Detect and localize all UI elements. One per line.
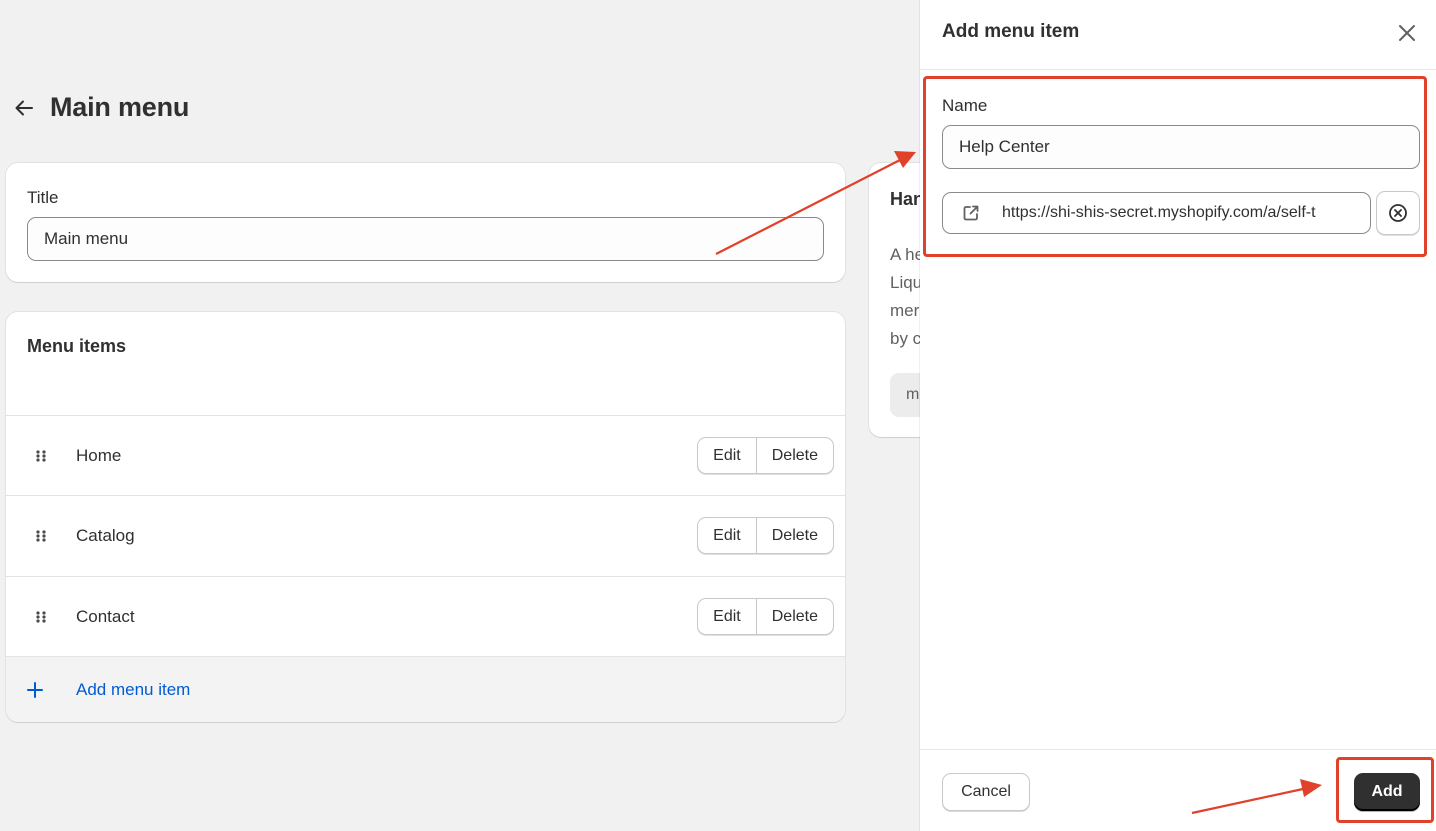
drawer-header: Add menu item [920, 0, 1436, 70]
link-input[interactable]: https://shi-shis-secret.myshopify.com/a/… [942, 192, 1371, 234]
delete-button[interactable]: Delete [755, 438, 833, 473]
external-link-icon [963, 205, 979, 221]
drawer-footer: Cancel Add [920, 749, 1436, 831]
menu-item-actions: Edit Delete [697, 517, 834, 554]
close-icon[interactable] [1396, 22, 1418, 44]
title-card: Title Main menu [6, 163, 845, 282]
cancel-button[interactable]: Cancel [942, 773, 1030, 811]
add-menu-item-link[interactable]: Add menu item [6, 656, 845, 722]
add-menu-item-label: Add menu item [76, 679, 191, 699]
description-line: by c [890, 329, 922, 348]
description-line: mer [890, 301, 920, 320]
add-menu-item-drawer: Add menu item Name Help Center https://s… [920, 0, 1436, 831]
edit-button[interactable]: Edit [698, 518, 756, 553]
add-button[interactable]: Add [1354, 773, 1420, 811]
description-line: Liqu [890, 273, 923, 292]
delete-button[interactable]: Delete [755, 518, 833, 553]
menu-item-row: Contact Edit Delete [6, 576, 845, 656]
plus-icon [27, 681, 43, 698]
description-line: A he [890, 245, 925, 264]
menu-item-label: Catalog [76, 525, 135, 545]
menu-items-heading: Menu items [27, 336, 127, 356]
page-header: Main menu [12, 92, 189, 123]
edit-button[interactable]: Edit [698, 599, 756, 634]
handle-card-title: Han [890, 189, 925, 209]
menu-item-label: Contact [76, 606, 135, 626]
title-field-label: Title [27, 188, 59, 207]
name-input[interactable]: Help Center [942, 125, 1420, 169]
menu-item-actions: Edit Delete [697, 437, 834, 474]
back-arrow-icon[interactable] [12, 96, 36, 120]
menu-item-row: Catalog Edit Delete [6, 495, 845, 575]
drag-handle-icon[interactable] [34, 528, 48, 544]
title-input[interactable]: Main menu [27, 217, 824, 261]
drag-handle-icon[interactable] [34, 448, 48, 464]
menu-item-actions: Edit Delete [697, 598, 834, 635]
page-title: Main menu [50, 92, 190, 122]
name-field-label: Name [942, 96, 988, 115]
clear-circle-icon [1389, 204, 1407, 222]
link-url-text: https://shi-shis-secret.myshopify.com/a/… [1002, 204, 1316, 221]
edit-button[interactable]: Edit [698, 438, 756, 473]
menu-item-label: Home [76, 445, 122, 465]
menu-items-card: Menu items Home Edit Delete Catalog Edit… [6, 312, 845, 722]
drawer-title: Add menu item [942, 21, 1080, 42]
delete-button[interactable]: Delete [755, 599, 833, 634]
drag-handle-icon[interactable] [34, 609, 48, 625]
handle-card-description: A he Liqu mer by c [890, 241, 924, 353]
menu-item-row: Home Edit Delete [6, 415, 845, 495]
clear-link-button[interactable] [1376, 191, 1420, 235]
